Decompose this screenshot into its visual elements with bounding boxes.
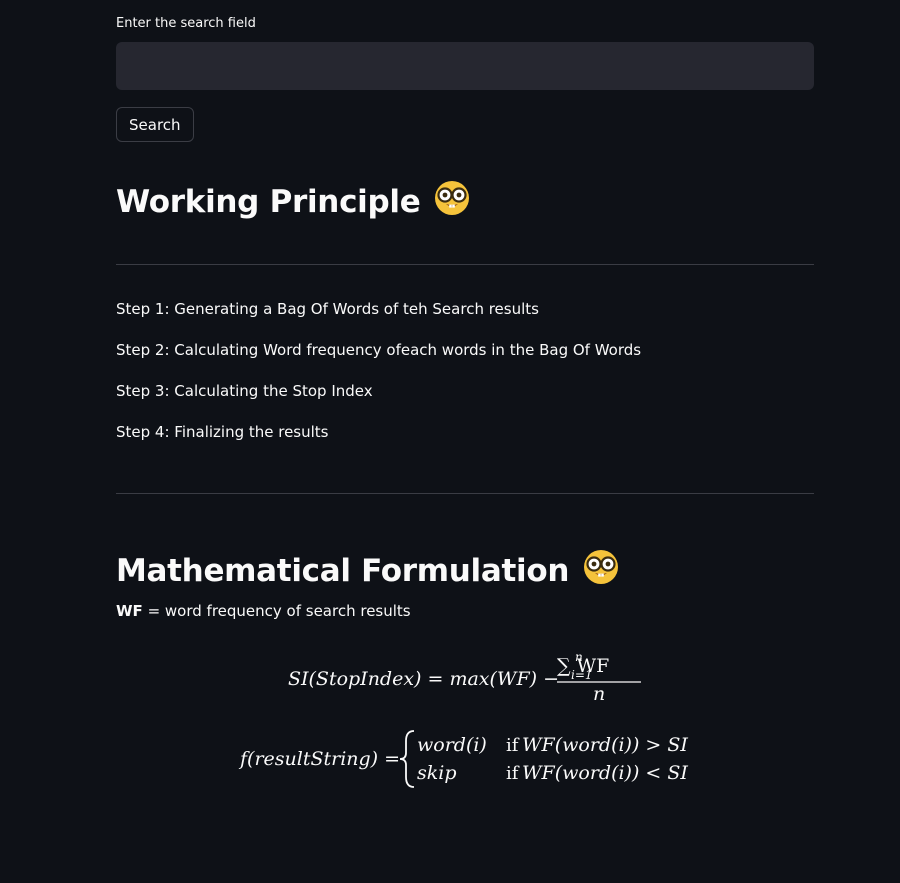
stop-index-formula: SI(StopIndex) = max(WF) − ∑ WF n i=1 n xyxy=(288,652,641,704)
divider xyxy=(116,493,814,494)
formula1-lhs: SI(StopIndex) = max(WF) − xyxy=(288,668,559,690)
app-page: Enter the search field Search Working Pr… xyxy=(0,0,900,883)
formula2-case2-if: if xyxy=(506,763,520,784)
formula1-sum-lower: i=1 xyxy=(571,668,593,682)
nerd-face-icon xyxy=(583,549,619,593)
nerd-face-icon xyxy=(434,180,470,224)
working-principle-title: Working Principle xyxy=(116,184,421,220)
step-item: Step 2: Calculating Word frequency ofeac… xyxy=(116,341,642,359)
step-item: Step 4: Finalizing the results xyxy=(116,423,329,441)
search-input[interactable] xyxy=(116,42,814,90)
result-string-formula: f(resultString) = word(i) if WF(word(i))… xyxy=(238,730,688,788)
formula2-lhs: f(resultString) = xyxy=(238,748,400,770)
formula2-brace xyxy=(399,730,415,788)
search-button[interactable]: Search xyxy=(116,107,194,142)
working-principle-heading: Working Principle xyxy=(116,180,470,224)
wf-definition-text: = word frequency of search results xyxy=(142,602,411,620)
wf-definition: WF = word frequency of search results xyxy=(116,602,411,620)
formula2-case1-if: if xyxy=(506,735,520,756)
mathematical-formulation-heading: Mathematical Formulation xyxy=(116,549,619,593)
formula2-case1-value: word(i) xyxy=(417,734,487,756)
formula1-sum-upper: n xyxy=(575,652,583,664)
divider xyxy=(116,264,814,265)
formula2-case2-value: skip xyxy=(417,762,457,784)
step-item: Step 3: Calculating the Stop Index xyxy=(116,382,373,400)
formula2-case2-cond: WF(word(i)) < SI xyxy=(522,762,688,784)
formula1-denominator: n xyxy=(593,683,605,704)
wf-abbreviation: WF xyxy=(116,602,143,620)
step-item: Step 1: Generating a Bag Of Words of teh… xyxy=(116,300,539,318)
search-label: Enter the search field xyxy=(116,16,256,31)
mathematical-formulation-title: Mathematical Formulation xyxy=(116,553,570,589)
formula2-case1-cond: WF(word(i)) > SI xyxy=(522,734,688,756)
